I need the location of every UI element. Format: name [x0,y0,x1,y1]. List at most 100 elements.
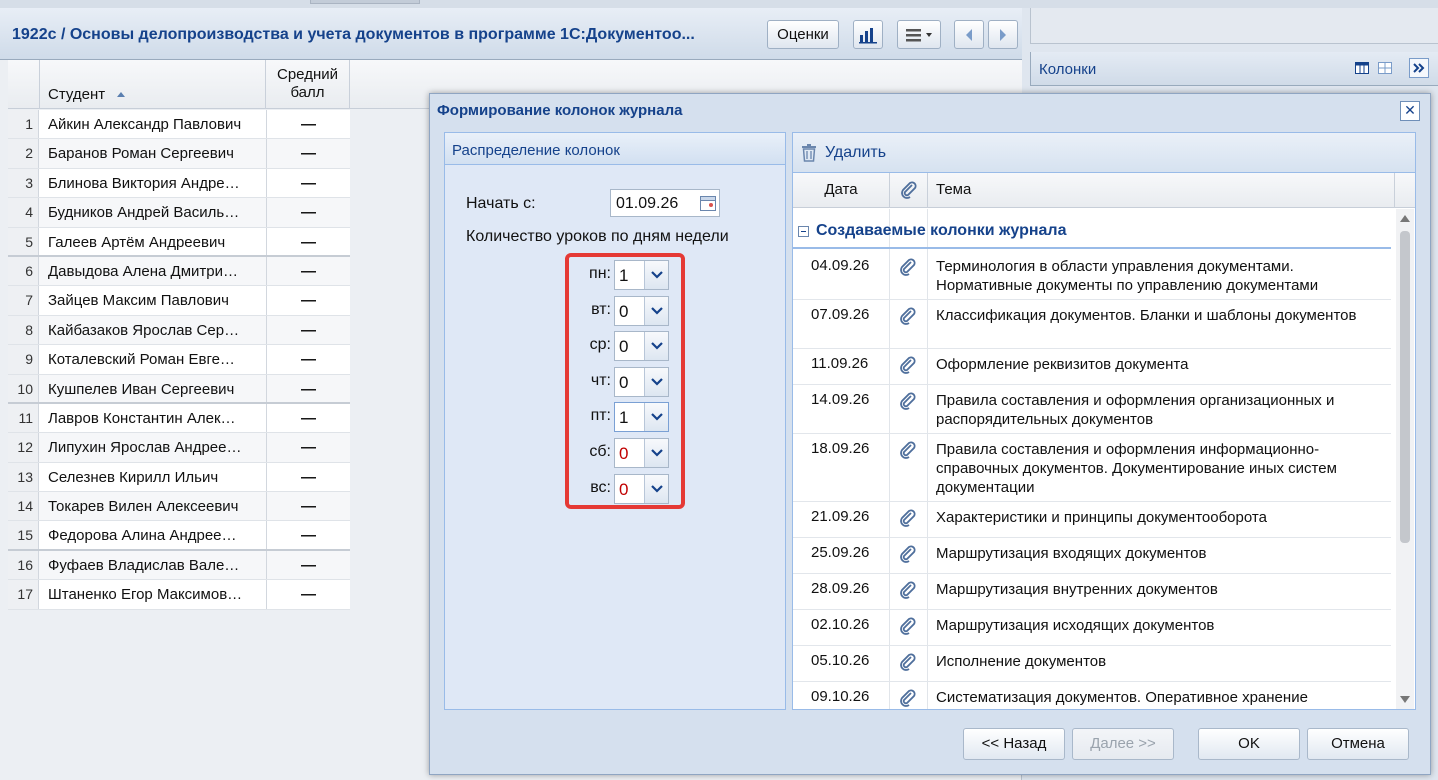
weekday-row: чт: 0 [575,366,685,398]
list-menu-icon [906,28,932,41]
next-button[interactable] [988,20,1018,49]
list-item[interactable]: 18.09.26 Правила составления и оформления… [793,434,1391,502]
row-number: 4 [8,198,39,227]
paperclip-icon[interactable] [899,509,917,527]
table-row[interactable]: 13 Селезнев Кирилл Ильич — [8,462,350,493]
table-row[interactable]: 7 Зайцев Максим Павлович — [8,286,350,316]
cancel-button[interactable]: Отмена [1307,728,1409,760]
average-grade: — [266,286,350,315]
back-button[interactable]: << Назад [963,728,1065,760]
table-row[interactable]: 17 Штаненко Егор Максимов… — [8,580,350,610]
delete-button[interactable]: Удалить [801,142,886,164]
dropdown-trigger[interactable] [644,439,668,467]
list-item[interactable]: 07.09.26 Классификация документов. Бланки… [793,300,1391,349]
average-grade: — [266,256,350,286]
paperclip-icon[interactable] [899,356,917,374]
table-row[interactable]: 3 Блинова Виктория Андре… — [8,168,350,199]
student-name: Галеев Артём Андреевич [48,233,226,251]
ok-button[interactable]: OK [1198,728,1300,760]
row-number: 10 [8,374,39,402]
paperclip-icon[interactable] [899,581,917,599]
col-topic-header[interactable]: Тема [928,173,1395,208]
student-name: Кушпелев Иван Сергеевич [48,380,235,398]
weekday-lessons-select[interactable]: 0 [614,295,669,326]
group-row[interactable]: Создаваемые колонки журнала [793,217,1391,249]
top-tab[interactable] [310,0,420,4]
paperclip-icon[interactable] [899,307,917,325]
table-row[interactable]: 11 Лавров Константин Алек… — [8,403,350,434]
col-date-header[interactable]: Дата [793,173,890,208]
student-name: Лавров Константин Алек… [48,409,236,427]
next-step-button[interactable]: Далее >> [1072,728,1174,760]
dropdown-trigger[interactable] [644,474,668,503]
lesson-date: 28.09.26 [811,580,870,597]
table-row[interactable]: 12 Липухин Ярослав Андрее… — [8,433,350,463]
paperclip-icon[interactable] [899,617,917,635]
paperclip-icon[interactable] [899,689,917,707]
table-row[interactable]: 9 Коталевский Роман Евге… — [8,345,350,375]
collapse-icon[interactable] [798,226,809,237]
collapse-side-button[interactable] [1409,58,1429,78]
table-row[interactable]: 1 Айкин Александр Павлович — [8,110,350,140]
dropdown-trigger[interactable] [644,367,668,396]
list-item[interactable]: 14.09.26 Правила составления и оформления… [793,385,1391,434]
grades-button[interactable]: Оценки [767,20,839,49]
dropdown-trigger[interactable] [644,332,668,361]
dropdown-trigger[interactable] [644,296,668,325]
paperclip-icon[interactable] [899,392,917,410]
weekday-lessons-value: 0 [619,479,629,499]
list-item[interactable]: 04.09.26 Терминология в области управлени… [793,251,1391,300]
start-date-field[interactable]: 01.09.26 [610,189,720,217]
list-item[interactable]: 25.09.26 Маршрутизация входящих документо… [793,538,1391,574]
split-view-icon[interactable] [1378,62,1392,74]
weekday-lessons-select[interactable]: 0 [614,366,669,397]
vertical-scrollbar[interactable] [1396,209,1414,709]
weekday-lessons-select[interactable]: 0 [614,438,669,468]
header-avg[interactable]: Средний балл [266,60,350,109]
weekday-lessons-select[interactable]: 0 [614,473,669,504]
calendar-icon[interactable] [698,193,718,213]
list-item[interactable]: 02.10.26 Маршрутизация исходящих документ… [793,610,1391,646]
dropdown-trigger[interactable] [644,261,668,289]
table-row[interactable]: 6 Давыдова Алена Дмитри… — [8,256,350,287]
chevron-down-icon [651,378,663,386]
weekday-lessons-select[interactable]: 0 [614,331,669,362]
table-row[interactable]: 16 Фуфаев Владислав Вале… — [8,550,350,581]
paperclip-icon[interactable] [899,258,917,276]
header-student[interactable]: Студент [40,60,266,109]
menu-button[interactable] [897,20,941,49]
col-attach-header[interactable] [890,173,928,208]
list-item[interactable]: 05.10.26 Исполнение документов [793,646,1391,682]
columns-view-icon[interactable] [1355,62,1369,74]
scrollbar-thumb[interactable] [1400,231,1410,543]
dropdown-trigger[interactable] [644,403,668,432]
row-number: 14 [8,492,39,521]
paperclip-icon[interactable] [899,653,917,671]
chevron-down-icon [651,413,663,421]
table-row[interactable]: 15 Федорова Алина Андрее… — [8,521,350,551]
average-grade: — [266,492,350,521]
list-item[interactable]: 21.09.26 Характеристики и принципы докуме… [793,502,1391,538]
chart-button[interactable] [853,20,883,49]
table-row[interactable]: 2 Баранов Роман Сергеевич — [8,139,350,169]
list-item[interactable]: 09.10.26 Систематизация документов. Опера… [793,682,1391,709]
dialog-close-button[interactable]: ✕ [1400,101,1420,121]
paperclip-icon[interactable] [899,545,917,563]
scroll-up-icon[interactable] [1399,213,1411,223]
paperclip-icon[interactable] [899,441,917,459]
table-row[interactable]: 4 Будников Андрей Василь… — [8,198,350,228]
distribution-panel: Распределение колонок Начать с: 01.09.26… [444,132,786,710]
prev-button[interactable] [954,20,984,49]
table-row[interactable]: 5 Галеев Артём Андреевич — [8,227,350,257]
lesson-topic: Систематизация документов. Оперативное х… [936,689,1308,706]
lesson-date: 21.09.26 [811,508,870,525]
table-row[interactable]: 10 Кушпелев Иван Сергеевич — [8,374,350,404]
list-item[interactable]: 28.09.26 Маршрутизация внутренних докумен… [793,574,1391,610]
list-item[interactable]: 11.09.26 Оформление реквизитов документа [793,349,1391,385]
table-row[interactable]: 14 Токарев Вилен Алексеевич — [8,492,350,522]
student-name: Коталевский Роман Евге… [48,351,235,369]
scroll-down-icon[interactable] [1399,695,1411,705]
table-row[interactable]: 8 Кайбазаков Ярослав Сер… — [8,315,350,346]
weekday-lessons-select[interactable]: 1 [614,402,669,433]
weekday-lessons-select[interactable]: 1 [614,260,669,290]
